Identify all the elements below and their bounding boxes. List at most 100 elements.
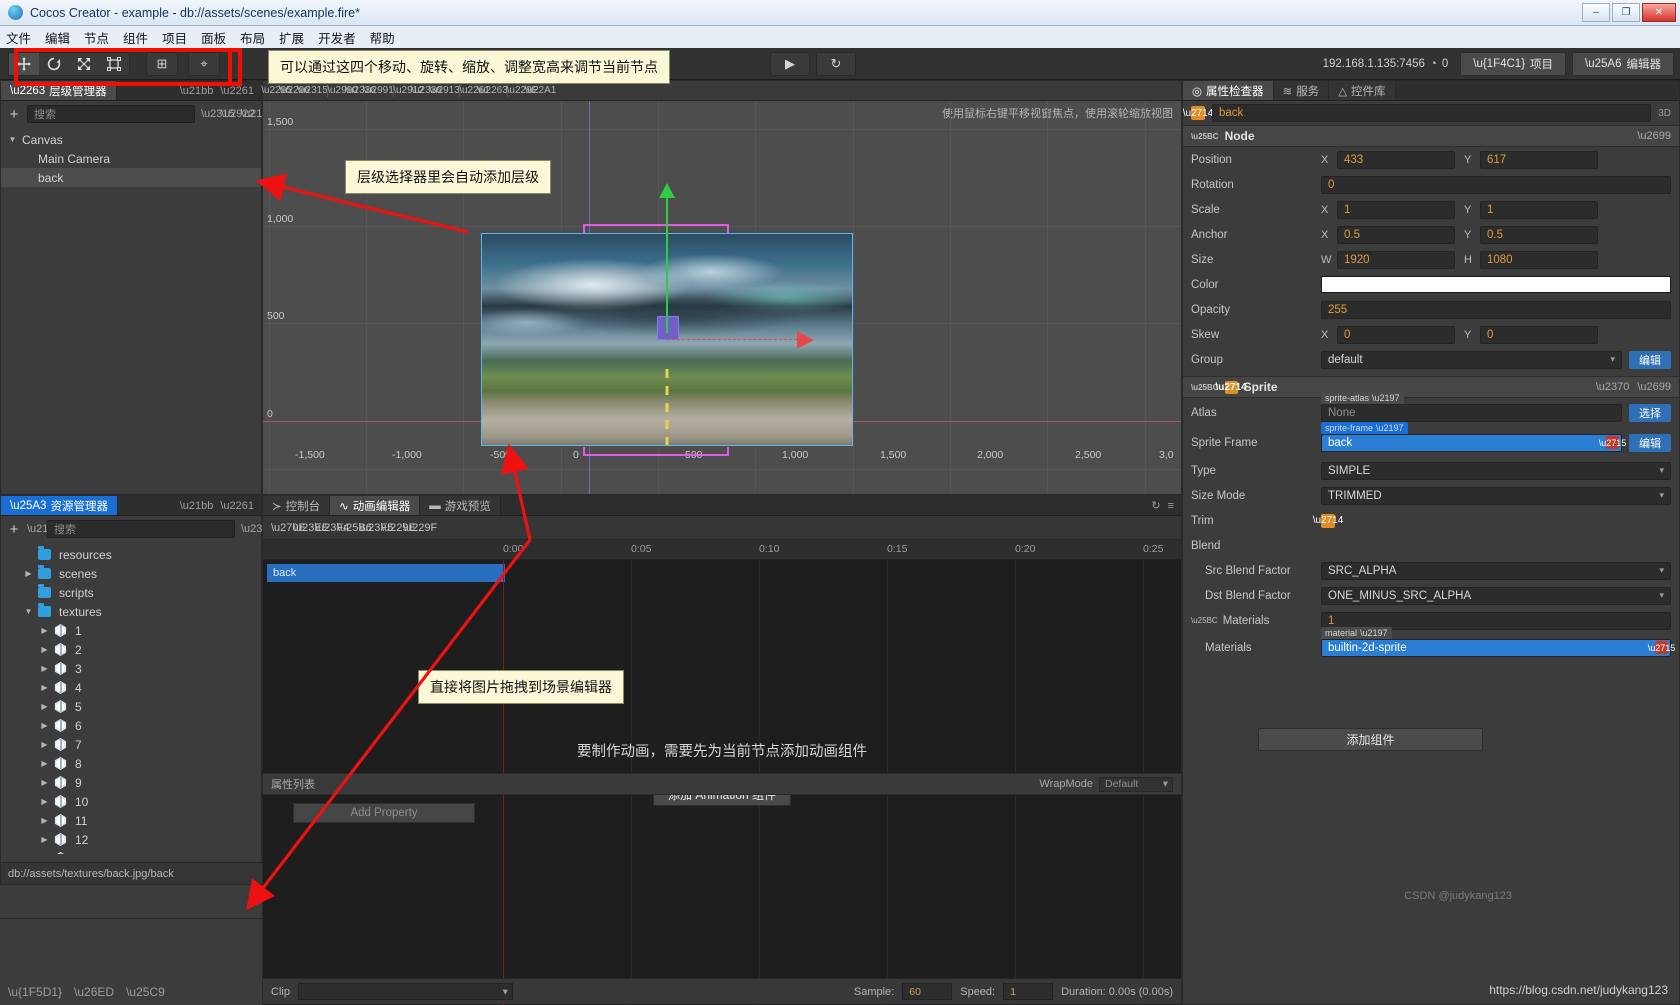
timeline-body[interactable]: back 要制作动画，需要先为当前节点添加动画组件 添加 Animation 组…: [263, 560, 1400, 1005]
hierarchy-node-canvas[interactable]: Canvas: [1, 130, 261, 149]
3d-badge[interactable]: 3D: [1658, 108, 1671, 119]
zoom-fit-icon[interactable]: \u2315: [297, 84, 328, 98]
anchor-x-input[interactable]: 0.5: [1337, 225, 1455, 244]
chevron-right-icon[interactable]: [39, 683, 50, 692]
remove-keyframe-icon[interactable]: \u229F: [403, 522, 437, 534]
color-swatch[interactable]: [1321, 276, 1671, 293]
sprite-enabled-checkbox[interactable]: \u2714: [1216, 380, 1247, 394]
trash-icon[interactable]: \u{1F5D1}: [8, 985, 62, 999]
assets-search-input[interactable]: 搜索: [47, 520, 235, 538]
tab-service[interactable]: ≋ 服务: [1273, 81, 1330, 100]
asset-item-5[interactable]: 5: [1, 697, 261, 716]
material-clear-button[interactable]: \u2715: [1648, 641, 1675, 654]
type-select[interactable]: SIMPLE: [1321, 461, 1671, 480]
align-right-icon[interactable]: \u2991: [363, 84, 394, 98]
chevron-right-icon[interactable]: [39, 664, 50, 673]
edit-mode-icon[interactable]: \u270E: [271, 522, 306, 534]
position-y-input[interactable]: 617: [1480, 150, 1598, 169]
chevron-right-icon[interactable]: [39, 778, 50, 787]
trim-checkbox[interactable]: \u2714: [1313, 513, 1343, 528]
gizmo-x-axis[interactable]: [667, 339, 797, 340]
size-y-input[interactable]: 1080: [1480, 250, 1598, 269]
anchor-y-input[interactable]: 0.5: [1480, 225, 1598, 244]
size-mode-select[interactable]: TRIMMED: [1321, 486, 1671, 505]
add-node-button[interactable]: +: [7, 106, 21, 123]
scale-y-input[interactable]: 1: [1480, 200, 1598, 219]
asset-item-4[interactable]: 4: [1, 678, 261, 697]
chevron-right-icon[interactable]: [39, 759, 50, 768]
asset-item-9[interactable]: 9: [1, 773, 261, 792]
chevron-right-icon[interactable]: [39, 816, 50, 825]
grid-icon[interactable]: \u22A1: [525, 84, 557, 98]
asset-item-12[interactable]: 12: [1, 830, 261, 849]
chevron-right-icon[interactable]: [39, 645, 50, 654]
node-gear-icon[interactable]: \u2699: [1637, 130, 1671, 142]
eye-icon[interactable]: \u25C9: [126, 985, 165, 999]
material-field[interactable]: material \u2197 builtin-2d-sprite \u2715: [1321, 627, 1675, 657]
chevron-down-icon[interactable]: [23, 607, 34, 616]
asset-item-scenes[interactable]: scenes: [1, 564, 261, 583]
menu-icon[interactable]: \u2261: [220, 85, 254, 97]
minimize-button[interactable]: –: [1582, 3, 1610, 22]
node-enabled-checkbox[interactable]: \u2714: [1183, 106, 1213, 120]
menu-item-6[interactable]: 布局: [240, 28, 265, 47]
gizmo-y-axis[interactable]: [666, 191, 668, 333]
asset-item-8[interactable]: 8: [1, 754, 261, 773]
tab-widget-library[interactable]: △ 控件库: [1329, 81, 1396, 100]
tab-animation[interactable]: ∿ 动画编辑器: [330, 496, 421, 515]
tab-console[interactable]: ≻ 控制台: [263, 496, 331, 515]
sprite-frame-clear-button[interactable]: \u2715: [1599, 436, 1626, 449]
maximize-button[interactable]: ❐: [1612, 3, 1640, 22]
bottom-sync-icon[interactable]: ↻: [1151, 499, 1160, 512]
hierarchy-node-back[interactable]: back: [1, 168, 261, 187]
clip-select[interactable]: [297, 983, 513, 1000]
asset-item-textures[interactable]: textures: [1, 602, 261, 621]
atlas-value[interactable]: None: [1321, 404, 1622, 422]
external-link-icon[interactable]: \u2197: [1372, 393, 1400, 403]
add-asset-button[interactable]: +: [7, 521, 21, 538]
src-blend-select[interactable]: SRC_ALPHA: [1321, 561, 1671, 580]
menu-item-3[interactable]: 组件: [123, 28, 148, 47]
sprite-collapse-icon[interactable]: \u25BC: [1191, 383, 1219, 392]
add-keyframe-icon[interactable]: \u229E: [381, 522, 416, 534]
search-icon[interactable]: \u2315: [201, 108, 235, 120]
chevron-right-icon[interactable]: [39, 797, 50, 806]
chevron-right-icon[interactable]: [39, 740, 50, 749]
menu-item-7[interactable]: 扩展: [279, 28, 304, 47]
add-property-button[interactable]: Add Property: [293, 803, 475, 823]
group-edit-button[interactable]: 编辑: [1629, 350, 1671, 369]
jump-start-icon[interactable]: \u23EE: [293, 522, 329, 534]
sprite-frame-link-icon[interactable]: \u2197: [1376, 423, 1404, 433]
project-button[interactable]: \u{1F4C1} 项目: [1460, 52, 1567, 76]
assets-sync-icon[interactable]: \u21bb: [180, 500, 214, 512]
menu-item-9[interactable]: 帮助: [370, 28, 395, 47]
assets-search-icon[interactable]: \u2315: [241, 523, 275, 535]
atlas-select-button[interactable]: 选择: [1629, 404, 1671, 422]
gizmo-x-arrowhead[interactable]: [797, 331, 814, 349]
speed-input[interactable]: 1: [1003, 983, 1054, 1000]
scale-x-input[interactable]: 1: [1337, 200, 1455, 219]
editor-button[interactable]: \u25A6 编辑器: [1572, 52, 1674, 76]
asset-item-2[interactable]: 2: [1, 640, 261, 659]
materials-collapse-icon[interactable]: \u25BC: [1191, 616, 1218, 625]
asset-item-resources[interactable]: resources: [1, 545, 261, 564]
group-select[interactable]: default: [1321, 350, 1622, 369]
sprite-section-header[interactable]: \u25BC \u2714 Sprite \u2370 \u2699: [1183, 376, 1679, 398]
play-button[interactable]: ▶: [770, 52, 810, 76]
asset-item-6[interactable]: 6: [1, 716, 261, 735]
chevron-right-icon[interactable]: [39, 702, 50, 711]
sync-icon[interactable]: \u21bb: [180, 85, 214, 97]
tab-assets[interactable]: \u25A3 资源管理器: [1, 496, 118, 515]
distribute-v-icon[interactable]: \u2263: [477, 84, 508, 98]
menu-item-4[interactable]: 项目: [162, 28, 187, 47]
chevron-right-icon[interactable]: [23, 569, 34, 578]
node-section-header[interactable]: \u25BC Node \u2699: [1183, 125, 1679, 147]
wrapmode-select[interactable]: Default: [1099, 776, 1173, 792]
gizmo-center-handle[interactable]: [657, 316, 679, 340]
materials-section-toggle[interactable]: \u25BC Materials: [1191, 615, 1321, 627]
asset-item-3[interactable]: 3: [1, 659, 261, 678]
asset-item-10[interactable]: 10: [1, 792, 261, 811]
menu-item-2[interactable]: 节点: [84, 28, 109, 47]
chevron-right-icon[interactable]: [39, 721, 50, 730]
asset-item-7[interactable]: 7: [1, 735, 261, 754]
